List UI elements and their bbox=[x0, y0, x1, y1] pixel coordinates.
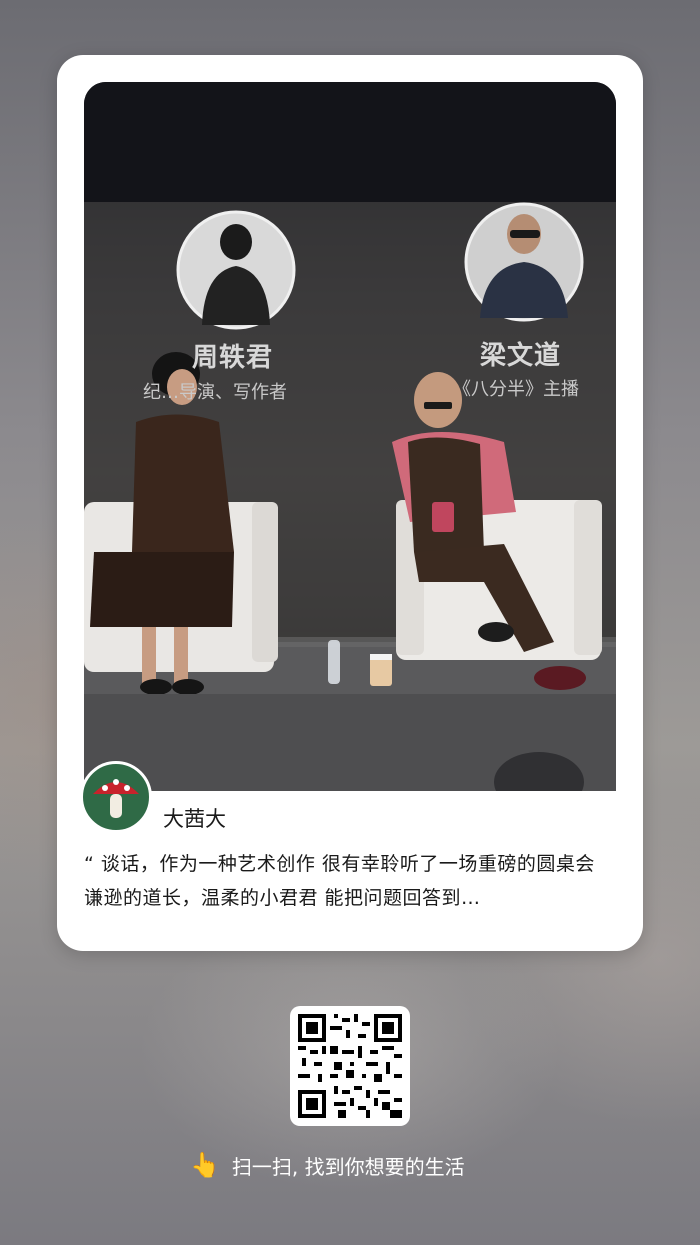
scan-prompt-text: 扫一扫, 找到你想要的生活 bbox=[231, 1154, 465, 1179]
post-quote: “ 谈话，作为一种艺术创作 很有幸聆听了一场重磅的圆桌会 谦逊的道长，温柔的小君… bbox=[84, 853, 595, 909]
author-name[interactable]: 大茜大 bbox=[163, 803, 226, 833]
author-avatar[interactable] bbox=[80, 761, 152, 833]
pointing-hand-icon: 👆 bbox=[190, 1151, 220, 1179]
guest-right-name: 梁文道 bbox=[480, 341, 562, 371]
guest-left-name: 周轶君 bbox=[192, 343, 274, 373]
scan-prompt: 👆 扫一扫, 找到你想要的生活 bbox=[190, 1148, 465, 1182]
qr-code[interactable] bbox=[290, 1006, 410, 1126]
event-photo bbox=[84, 82, 616, 791]
mushroom-icon bbox=[93, 779, 139, 818]
share-card[interactable]: 周轶君 纪…导演、写作者 梁文道 《八分半》主播 大茜大 “ 谈话，作为一种艺术… bbox=[57, 55, 643, 951]
guest-left-role: 纪…导演、写作者 bbox=[143, 382, 287, 403]
guest-right-role: 《八分半》主播 bbox=[453, 379, 579, 400]
qr-code-icon bbox=[298, 1014, 402, 1118]
